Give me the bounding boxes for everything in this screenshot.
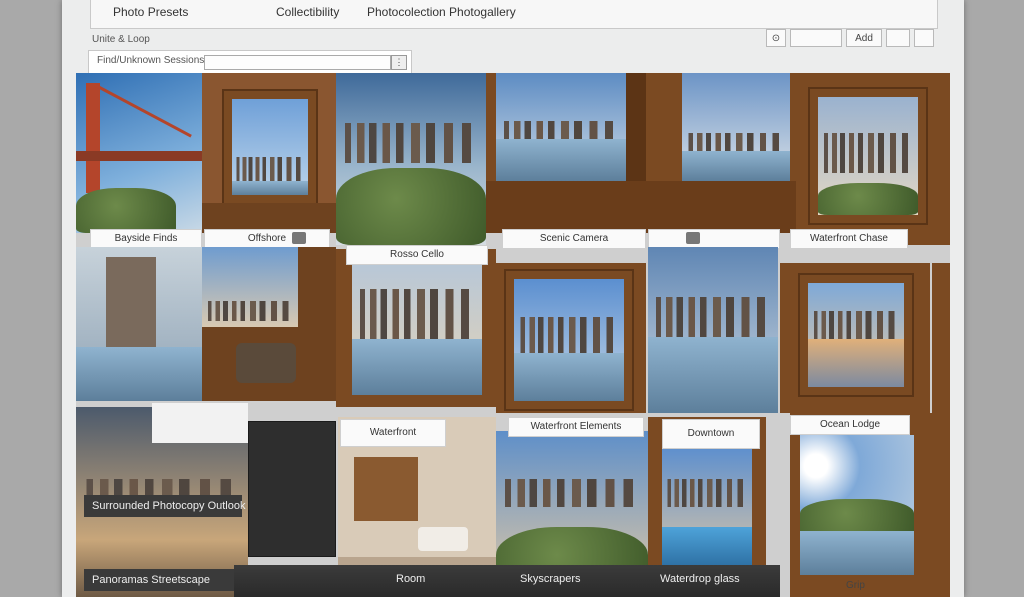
category-room[interactable]: Room xyxy=(396,573,425,585)
search-input[interactable] xyxy=(204,55,391,70)
photo-caption-dark: Panoramas Streetscape xyxy=(84,569,242,591)
photo-caption: Ocean Lodge xyxy=(790,415,910,435)
search-options-button[interactable]: ⋮ xyxy=(391,55,407,70)
photo-tile-tower[interactable] xyxy=(76,247,202,401)
photo-caption: Waterfront xyxy=(340,419,446,447)
photo-tile-harbor-window[interactable] xyxy=(486,73,646,233)
photo-caption: Waterfront Chase xyxy=(790,229,908,249)
photo-tile-river-valley[interactable] xyxy=(790,413,938,597)
search-label: Find/Unknown Sessions xyxy=(97,55,205,66)
photo-caption: Rosso Cello xyxy=(346,245,488,265)
app-window: Photo Presets Collectibility Photocolect… xyxy=(62,0,964,597)
menu-item-photo-presets[interactable]: Photo Presets xyxy=(113,5,188,19)
photo-caption: Scenic Camera xyxy=(502,229,646,249)
add-button[interactable]: Add xyxy=(846,29,882,47)
photo-tile-window-view-1[interactable] xyxy=(202,73,336,233)
photo-tile-canal-window[interactable] xyxy=(496,263,646,413)
photo-placeholder[interactable] xyxy=(248,421,336,557)
menu-item-collectibility[interactable]: Collectibility xyxy=(276,5,339,19)
options-button[interactable] xyxy=(886,29,910,47)
flag-icon xyxy=(292,232,306,244)
view-field[interactable] xyxy=(790,29,842,47)
category-bar: Room Skyscrapers Waterdrop glass xyxy=(234,565,780,597)
photo-tile-sunset-window[interactable] xyxy=(780,263,930,413)
refresh-icon[interactable]: ⊙ xyxy=(766,29,786,47)
search-bar: Find/Unknown Sessions ⋮ xyxy=(88,50,412,74)
photo-caption: Waterfront Elements xyxy=(508,417,644,437)
category-skyscrapers[interactable]: Skyscrapers xyxy=(520,573,581,585)
photo-caption xyxy=(648,229,780,249)
photo-tile-lounge[interactable] xyxy=(202,247,336,401)
expand-button[interactable] xyxy=(914,29,934,47)
footer-label: Grip xyxy=(846,580,865,591)
photo-tile-downtown-window[interactable] xyxy=(336,249,496,407)
section-label: Unite & Loop xyxy=(92,34,150,45)
photo-tile-skyline-window[interactable] xyxy=(796,73,950,245)
menu-item-photogallery[interactable]: Photocolection Photogallery xyxy=(367,5,516,19)
category-waterdrop[interactable]: Waterdrop glass xyxy=(660,573,740,585)
photo-grid: Bayside Finds Offshore Scenic Camera Wat… xyxy=(76,73,950,597)
photo-tile-blank xyxy=(152,403,248,443)
view-controls: ⊙ Add xyxy=(766,28,934,48)
photo-tile-city-park[interactable] xyxy=(336,73,486,245)
photo-caption: Bayside Finds xyxy=(90,229,202,249)
photo-caption: Downtown xyxy=(662,419,760,449)
photo-caption: Offshore xyxy=(204,229,330,249)
photo-tile-riverside[interactable] xyxy=(648,247,778,413)
photo-tile-river-window[interactable] xyxy=(646,73,796,233)
top-menu-bar: Photo Presets Collectibility Photocolect… xyxy=(90,0,938,29)
photo-caption-dark: Surrounded Photocopy Outlook xyxy=(84,495,246,517)
flag-icon xyxy=(686,232,700,244)
photo-tile-bridge[interactable] xyxy=(76,73,202,233)
